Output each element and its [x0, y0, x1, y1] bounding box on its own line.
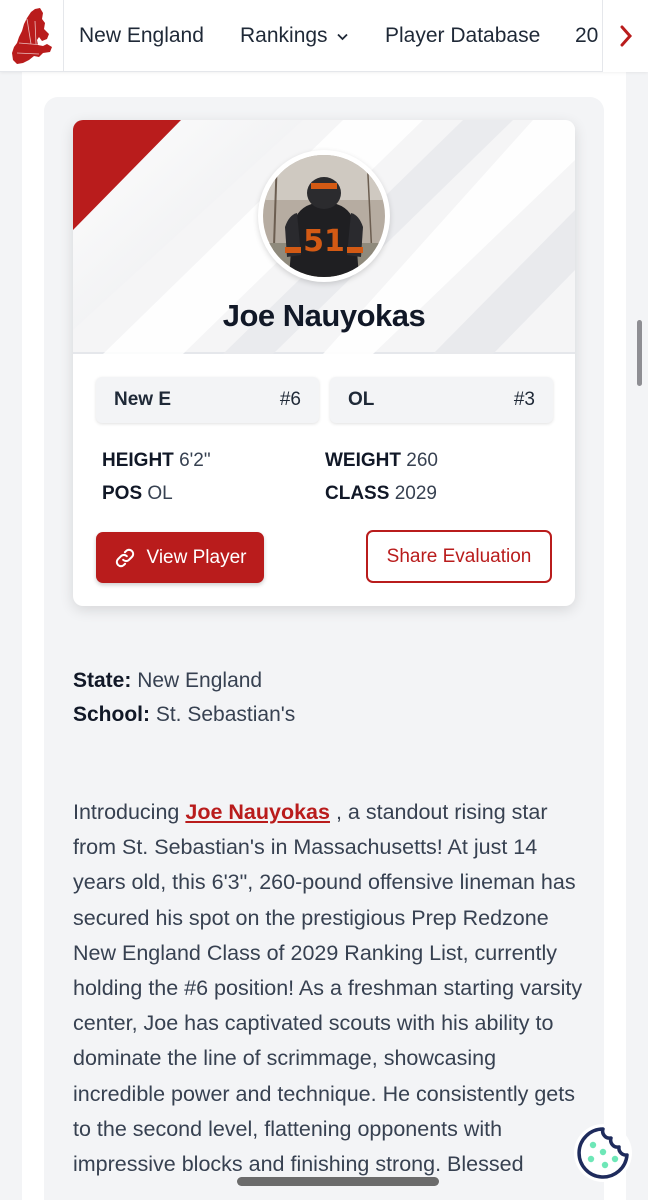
nav-rankings[interactable]: Rankings	[240, 0, 348, 72]
nav-label: 20	[575, 24, 599, 47]
page-scrollbar[interactable]	[637, 320, 642, 386]
chevron-down-icon	[336, 33, 348, 41]
position-rank-badge: OL #3	[330, 377, 553, 423]
nav-new-england[interactable]: New England	[79, 0, 204, 72]
position-rank-value: #3	[513, 389, 535, 410]
state-rank-value: #6	[279, 389, 301, 410]
state-info: State: New England	[73, 669, 262, 693]
weight-label: WEIGHT	[325, 450, 401, 471]
state-label: State:	[73, 669, 132, 692]
position-stat: POS OL	[102, 483, 173, 505]
link-icon	[114, 547, 136, 569]
position-label: POS	[102, 483, 143, 504]
nav-label: New England	[79, 24, 204, 47]
nav-label: Player Database	[385, 24, 541, 47]
position-rank-label: OL	[348, 389, 375, 410]
height-label: HEIGHT	[102, 450, 174, 471]
position-value: OL	[147, 483, 173, 504]
cookie-settings-button[interactable]	[574, 1124, 632, 1182]
school-label: School:	[73, 703, 150, 726]
player-card-header: 51 Joe Nauyokas	[73, 120, 575, 354]
view-player-label: View Player	[146, 546, 247, 568]
player-avatar: 51	[258, 150, 390, 282]
nav-player-database[interactable]: Player Database	[385, 0, 540, 72]
class-value: 2029	[394, 483, 437, 504]
cookie-icon	[577, 1127, 629, 1179]
state-rank-label: New E	[114, 389, 172, 410]
jersey-number: 51	[303, 224, 345, 259]
site-logo[interactable]	[0, 0, 64, 72]
article-body: , a standout rising star from St. Sebast…	[73, 800, 583, 1177]
class-label: CLASS	[325, 483, 390, 504]
school-value: St. Sebastian's	[155, 703, 296, 726]
view-player-button[interactable]: View Player	[96, 532, 264, 583]
share-evaluation-button[interactable]: Share Evaluation	[366, 530, 552, 583]
nav-scroll-next-button[interactable]	[602, 0, 648, 72]
home-indicator	[237, 1177, 439, 1186]
evaluation-article: Introducing Joe Nauyokas , a standout ri…	[73, 795, 588, 1182]
nav-label: Rankings	[240, 24, 328, 47]
class-stat: CLASS 2029	[325, 483, 437, 505]
weight-value: 260	[406, 450, 438, 471]
state-value: New England	[137, 669, 263, 692]
state-rank-badge: New E #6	[96, 377, 319, 423]
share-evaluation-label: Share Evaluation	[386, 545, 532, 567]
new-england-logo-icon	[11, 8, 52, 64]
player-name: Joe Nauyokas	[222, 298, 426, 333]
school-info: School: St. Sebastian's	[73, 703, 295, 727]
height-value: 6'2"	[179, 450, 211, 471]
chevron-right-icon	[620, 25, 632, 47]
player-photo: 51	[263, 155, 385, 277]
nav-year[interactable]: 20	[575, 0, 598, 72]
top-navigation: New England Rankings Player Database 20	[0, 0, 648, 72]
weight-stat: WEIGHT 260	[325, 450, 438, 472]
article-intro: Introducing	[73, 800, 180, 824]
player-name-link[interactable]: Joe Nauyokas	[185, 800, 330, 824]
player-card: 51 Joe Nauyokas New E #6 OL #3 HEIGHT 6'…	[73, 120, 575, 606]
height-stat: HEIGHT 6'2"	[102, 450, 211, 472]
